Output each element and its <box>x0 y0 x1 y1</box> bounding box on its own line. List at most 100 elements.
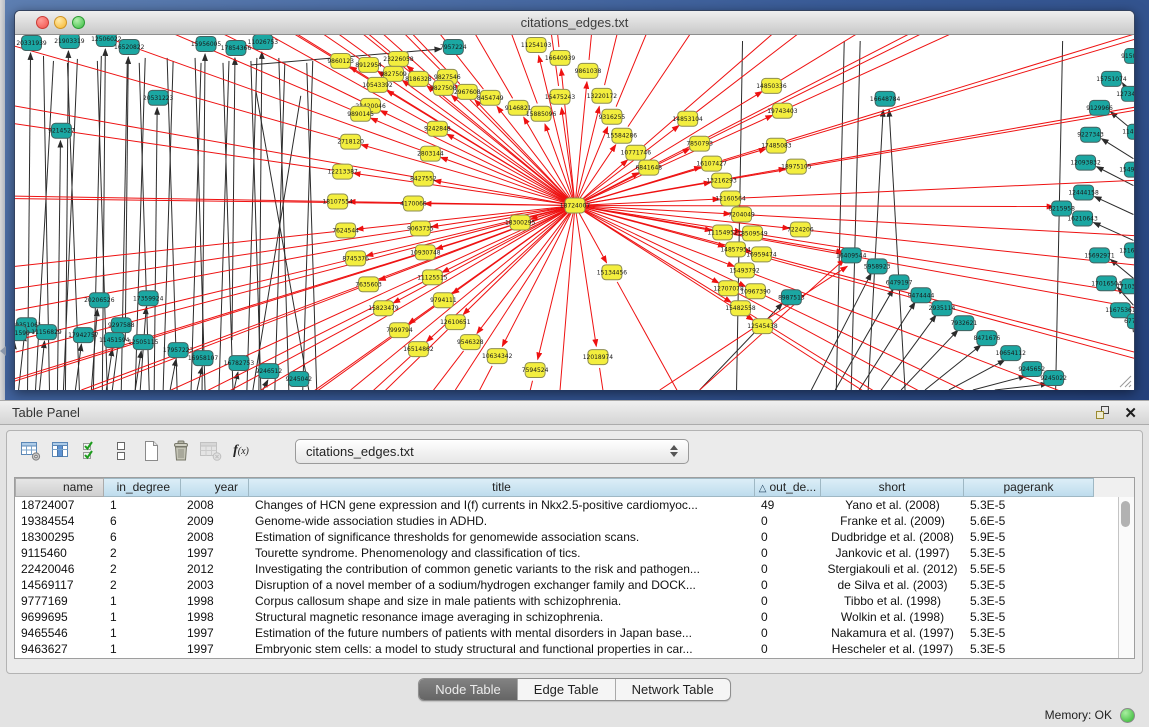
cell-short[interactable]: Nakamura et al. (1997) <box>821 625 964 641</box>
graph-edge[interactable] <box>1110 259 1133 278</box>
cell-pagerank[interactable]: 5.3E-5 <box>964 641 1094 657</box>
delete-column-icon[interactable] <box>167 438 195 464</box>
cell-out_degree[interactable]: 0 <box>755 577 821 593</box>
cell-pagerank[interactable]: 5.6E-5 <box>964 513 1094 529</box>
column-header-short[interactable]: short <box>821 478 964 497</box>
table-row[interactable]: 1456911722003Disruption of a novel membe… <box>15 577 1134 593</box>
table-row[interactable]: 946554611997Estimation of the future num… <box>15 625 1134 641</box>
cell-name[interactable]: 19384554 <box>15 513 104 529</box>
graph-edge[interactable] <box>859 302 915 390</box>
cell-out_degree[interactable]: 49 <box>755 497 821 513</box>
cell-short[interactable]: Hescheler et al. (1997) <box>821 641 964 657</box>
table-row[interactable]: 1830029562008Estimation of significance … <box>15 529 1134 545</box>
cell-year[interactable]: 2003 <box>181 577 249 593</box>
column-header-year[interactable]: year <box>181 478 249 497</box>
cell-pagerank[interactable]: 5.3E-5 <box>964 593 1094 609</box>
cell-out_degree[interactable]: 0 <box>755 513 821 529</box>
graph-edge[interactable] <box>973 376 1026 390</box>
cell-out_degree[interactable]: 0 <box>755 609 821 625</box>
cell-in_degree[interactable]: 6 <box>104 513 181 529</box>
close-panel-icon[interactable]: ✕ <box>1124 404 1137 422</box>
cell-name[interactable]: 9115460 <box>15 545 104 561</box>
graph-edge[interactable] <box>787 35 1134 143</box>
cell-out_degree[interactable]: 0 <box>755 593 821 609</box>
import-table-icon[interactable] <box>197 438 225 464</box>
graph-edge[interactable] <box>836 41 844 390</box>
graph-edge[interactable] <box>232 58 235 340</box>
scrollbar-thumb[interactable] <box>1121 501 1130 527</box>
cell-in_degree[interactable]: 1 <box>104 593 181 609</box>
column-header-title[interactable]: title <box>249 478 755 497</box>
graph-edge[interactable] <box>575 82 587 206</box>
cell-title[interactable]: Investigating the contribution of common… <box>249 561 755 577</box>
cell-title[interactable]: Estimation of the future numbers of pati… <box>249 625 755 641</box>
resize-grip-icon[interactable] <box>1116 372 1132 388</box>
cell-in_degree[interactable]: 1 <box>104 625 181 641</box>
cell-short[interactable]: Tibbo et al. (1998) <box>821 593 964 609</box>
column-header-out_degree[interactable]: △out_de... <box>755 478 821 497</box>
graph-edge[interactable] <box>154 108 157 390</box>
graph-edge[interactable] <box>1102 139 1134 159</box>
cell-title[interactable]: Estimation of significance thresholds fo… <box>249 529 755 545</box>
graph-edge[interactable] <box>575 115 772 205</box>
cell-year[interactable]: 1997 <box>181 625 249 641</box>
graph-edge[interactable] <box>163 61 173 390</box>
cell-title[interactable]: Tourette syndrome. Phenomenology and cla… <box>249 545 755 561</box>
cell-year[interactable]: 1997 <box>181 641 249 657</box>
graph-edge[interactable] <box>575 206 596 347</box>
graph-edge[interactable] <box>755 274 1134 390</box>
graph-edge[interactable] <box>16 206 575 353</box>
rows-icon[interactable] <box>107 438 135 464</box>
cell-pagerank[interactable]: 5.3E-5 <box>964 497 1094 513</box>
cell-year[interactable]: 1998 <box>181 609 249 625</box>
graph-edge[interactable] <box>781 35 1134 80</box>
graph-edge[interactable] <box>835 289 893 390</box>
cell-short[interactable]: Jankovic et al. (1997) <box>821 545 964 561</box>
cell-short[interactable]: Stergiakouli et al. (2012) <box>821 561 964 577</box>
network-canvas[interactable]: 1872400798601238912954232260589827509818… <box>15 35 1134 390</box>
cell-name[interactable]: 18724007 <box>15 497 104 513</box>
cell-year[interactable]: 2009 <box>181 513 249 529</box>
cell-name[interactable]: 9463627 <box>15 641 104 657</box>
column-header-name[interactable]: name <box>15 478 104 497</box>
graph-edge[interactable] <box>1094 222 1134 240</box>
cell-name[interactable]: 9699695 <box>15 609 104 625</box>
cell-out_degree[interactable]: 0 <box>755 545 821 561</box>
graph-edge[interactable] <box>170 359 176 390</box>
cell-in_degree[interactable]: 2 <box>104 545 181 561</box>
vertical-scrollbar[interactable] <box>1118 497 1134 658</box>
cell-name[interactable]: 9777169 <box>15 593 104 609</box>
cell-title[interactable]: Changes of HCN gene expression and I(f) … <box>249 497 755 513</box>
graph-edge[interactable] <box>605 35 745 85</box>
cell-in_degree[interactable]: 1 <box>104 497 181 513</box>
graph-edge[interactable] <box>191 63 201 390</box>
cell-title[interactable]: Disruption of a novel member of a sodium… <box>249 577 755 593</box>
cell-pagerank[interactable]: 5.3E-5 <box>964 577 1094 593</box>
graph-edge[interactable] <box>600 368 688 390</box>
table-row[interactable]: 911546021997Tourette syndrome. Phenomeno… <box>15 545 1134 561</box>
graph-edge[interactable] <box>575 206 1054 207</box>
graph-edge[interactable] <box>394 381 532 390</box>
graph-edge[interactable] <box>560 206 575 390</box>
cell-name[interactable]: 14569117 <box>15 577 104 593</box>
graph-edge[interactable] <box>807 63 1134 165</box>
graph-edge[interactable] <box>408 206 575 324</box>
cell-year[interactable]: 2012 <box>181 561 249 577</box>
cell-short[interactable]: Franke et al. (2009) <box>821 513 964 529</box>
graph-edge[interactable] <box>925 345 981 390</box>
graph-edge[interactable] <box>746 252 1134 390</box>
cell-short[interactable]: Dudbridge et al. (2008) <box>821 529 964 545</box>
graph-edge[interactable] <box>881 315 936 390</box>
graph-edge[interactable] <box>575 206 753 321</box>
cell-in_degree[interactable]: 2 <box>104 561 181 577</box>
cell-in_degree[interactable]: 2 <box>104 577 181 593</box>
column-header-in_degree[interactable]: in_degree <box>104 478 181 497</box>
cell-in_degree[interactable]: 1 <box>104 641 181 657</box>
graph-edge[interactable] <box>19 334 25 390</box>
tab-network-table[interactable]: Network Table <box>616 679 730 700</box>
window-titlebar[interactable]: citations_edges.txt <box>15 11 1134 35</box>
graph-edge[interactable] <box>696 35 1134 112</box>
cell-in_degree[interactable]: 1 <box>104 609 181 625</box>
graph-edge[interactable] <box>197 367 202 390</box>
tab-node-table[interactable]: Node Table <box>419 679 518 700</box>
